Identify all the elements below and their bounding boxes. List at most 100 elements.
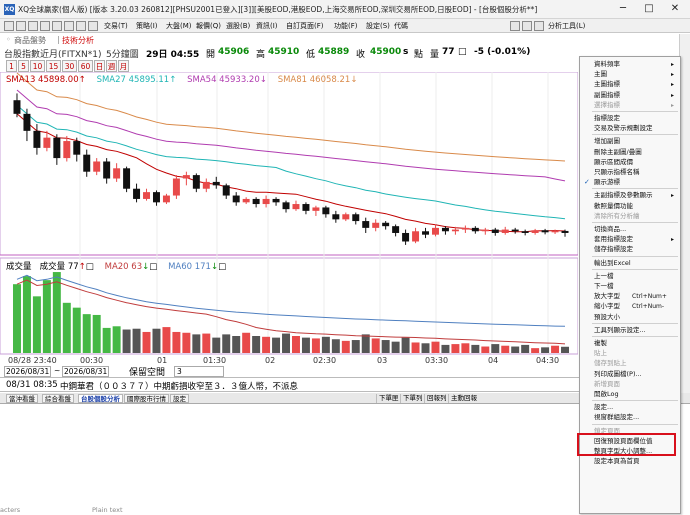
volume-bar bbox=[331, 339, 340, 353]
menu-item-6[interactable]: 自訂頁面(F) bbox=[286, 21, 324, 31]
menu-item-0[interactable]: 交易(T) bbox=[104, 21, 128, 31]
back-icon[interactable] bbox=[16, 21, 26, 31]
context-menu-item[interactable]: 設定本頁為首頁 bbox=[580, 456, 680, 467]
volume-bar bbox=[142, 331, 151, 353]
legend-price: SMA13 45898.00↑ SMA27 45895.11↑ SMA54 45… bbox=[6, 75, 357, 85]
workspace-tab-overview[interactable]: 綜合看盤 bbox=[42, 394, 74, 403]
menu-item-2[interactable]: 大盤(M) bbox=[166, 21, 192, 31]
price-chart[interactable] bbox=[0, 72, 578, 366]
range-start[interactable]: 2026/08/31 bbox=[4, 366, 52, 377]
candle-body bbox=[292, 204, 300, 210]
x-tick-label: 04:30 bbox=[536, 356, 560, 365]
menu-item-7[interactable]: 功能(F) bbox=[334, 21, 358, 31]
candle-body bbox=[182, 175, 190, 179]
workspace-tab-stock-analysis[interactable]: 台股個股分析 bbox=[78, 394, 123, 403]
chart-area[interactable]: SMA13 45898.00↑ SMA27 45895.11↑ SMA54 45… bbox=[0, 72, 578, 378]
menu-item-5[interactable]: 資訊(I) bbox=[256, 21, 278, 31]
interval-button-8[interactable]: 月 bbox=[118, 60, 129, 72]
context-menu-item[interactable]: 工具列顯示設定... bbox=[580, 325, 680, 336]
context-menu-item[interactable]: 顯示游標 ✓ bbox=[580, 177, 680, 188]
interval-button-4[interactable]: 30 bbox=[62, 60, 77, 72]
context-menu-item-label: 刪除主副圖/疊圖 bbox=[594, 147, 642, 156]
context-menu-item[interactable]: 視窗群組設定... bbox=[580, 412, 680, 423]
forward-icon[interactable] bbox=[28, 21, 38, 31]
legend-sma81-arrow: ↓ bbox=[350, 75, 358, 85]
candle-body bbox=[212, 181, 220, 186]
context-menu-item-label: 指標設定 bbox=[594, 114, 620, 122]
open-label: 開 bbox=[206, 50, 216, 60]
menu-item-3[interactable]: 報價(Q) bbox=[196, 21, 221, 31]
legend-ma20: MA20 63 bbox=[104, 262, 143, 272]
legend-ma60-box: □ bbox=[218, 262, 227, 272]
tab-goods[interactable]: 商品盤勢 bbox=[14, 35, 46, 46]
home-icon[interactable] bbox=[4, 21, 14, 31]
analysis-tools-menu[interactable]: 分析工具(L) bbox=[548, 21, 585, 31]
candle-body bbox=[511, 229, 519, 232]
volume-bar bbox=[62, 302, 71, 353]
interval-button-2[interactable]: 10 bbox=[30, 60, 45, 72]
highlight-settings-box bbox=[577, 433, 676, 456]
minimize-button[interactable]: ─ bbox=[610, 1, 636, 17]
range-end[interactable]: 2026/08/31 bbox=[62, 366, 110, 377]
order-bar-tab[interactable]: 下單列 bbox=[400, 394, 425, 403]
workspace-tab-intl-markets[interactable]: 國際股市行情 bbox=[124, 394, 169, 403]
candle-body bbox=[461, 227, 469, 230]
workspace-tab-settings[interactable]: 設定 bbox=[170, 394, 189, 403]
context-menu-item-label: 主副指標及參數顯示 bbox=[594, 191, 653, 200]
candle-body bbox=[113, 168, 121, 179]
refresh-icon[interactable] bbox=[40, 21, 50, 31]
menu-item-8[interactable]: 設定(S) bbox=[366, 21, 390, 31]
menu-item-9[interactable]: 代碼 bbox=[394, 21, 408, 31]
search-icon[interactable] bbox=[52, 21, 62, 31]
legend-ma60: MA60 171 bbox=[168, 262, 211, 272]
workspace-tab-daytrade[interactable]: 當沖看盤 bbox=[6, 394, 38, 403]
context-menu-item[interactable]: 開啟Log bbox=[580, 389, 680, 400]
volume-box-icon: □ bbox=[458, 47, 467, 57]
maximize-button[interactable]: □ bbox=[636, 1, 662, 17]
context-menu-item[interactable]: 預設大小 bbox=[580, 312, 680, 323]
pin-icon[interactable] bbox=[64, 21, 74, 31]
volume-bar bbox=[341, 340, 350, 353]
interval-button-1[interactable]: 5 bbox=[18, 60, 29, 72]
context-menu-item: 選擇指標 ▸ bbox=[580, 100, 680, 111]
context-menu-item-label: 主圖指標 bbox=[594, 80, 620, 89]
x-tick-label: 02 bbox=[265, 356, 276, 365]
active-report-tab[interactable]: 主動回報 bbox=[448, 394, 479, 403]
chart-tool-icon[interactable] bbox=[522, 21, 532, 31]
context-menu-separator bbox=[592, 400, 678, 402]
volume-bar bbox=[381, 340, 390, 353]
news-text[interactable]: 中鋼華君（００３７７）中期虧損收窄至３．３億人幣，不派息 bbox=[60, 380, 298, 392]
keep-space-input[interactable]: 3 bbox=[174, 366, 224, 377]
x-tick-label: 00:30 bbox=[80, 356, 104, 365]
context-menu-item[interactable]: 輸出到Excel bbox=[580, 258, 680, 269]
window-tool-icon[interactable] bbox=[534, 21, 544, 31]
open-value: 45906 bbox=[218, 47, 250, 57]
x-tick-label: 03:30 bbox=[425, 356, 449, 365]
volume-bar bbox=[411, 342, 420, 353]
interval-button-5[interactable]: 60 bbox=[78, 60, 93, 72]
report-bar-tab[interactable]: 回報列 bbox=[424, 394, 449, 403]
window-icon[interactable] bbox=[76, 21, 86, 31]
layout-icon[interactable] bbox=[88, 21, 98, 31]
volume-bar bbox=[212, 337, 221, 353]
volume-bar bbox=[182, 332, 191, 353]
context-menu-item-label: 開啟Log bbox=[594, 390, 619, 398]
tool-icon[interactable] bbox=[510, 21, 520, 31]
menu-item-4[interactable]: 選股(B) bbox=[226, 21, 250, 31]
period-label[interactable]: 5分鐘圖 bbox=[106, 47, 139, 60]
interval-button-6[interactable]: 日 bbox=[94, 60, 105, 72]
context-menu-item[interactable]: 儲存指標設定 bbox=[580, 244, 680, 255]
menu-item-1[interactable]: 策略(I) bbox=[136, 21, 158, 31]
order-box-tab[interactable]: 下單匣 bbox=[376, 394, 401, 403]
interval-button-3[interactable]: 15 bbox=[46, 60, 61, 72]
volume-value: 77 bbox=[442, 47, 455, 57]
app-window: XQ XQ全球贏家(個人版) [版本 3.20.03 260812][PHSU2… bbox=[0, 0, 690, 515]
interval-button-0[interactable]: 1 bbox=[6, 60, 17, 72]
context-menu-item-label: 縮小字型 bbox=[594, 302, 620, 311]
context-menu-item-label: 清除所有分析繪 bbox=[594, 211, 640, 220]
product-name[interactable]: 台股指數近月(FITXN*1) bbox=[4, 47, 101, 60]
close-button[interactable]: ✕ bbox=[662, 1, 688, 17]
interval-button-7[interactable]: 週 bbox=[106, 60, 117, 72]
news-time: 08/31 08:35 bbox=[6, 380, 58, 390]
context-menu-item[interactable]: 交易及警示規劃設定 bbox=[580, 123, 680, 134]
